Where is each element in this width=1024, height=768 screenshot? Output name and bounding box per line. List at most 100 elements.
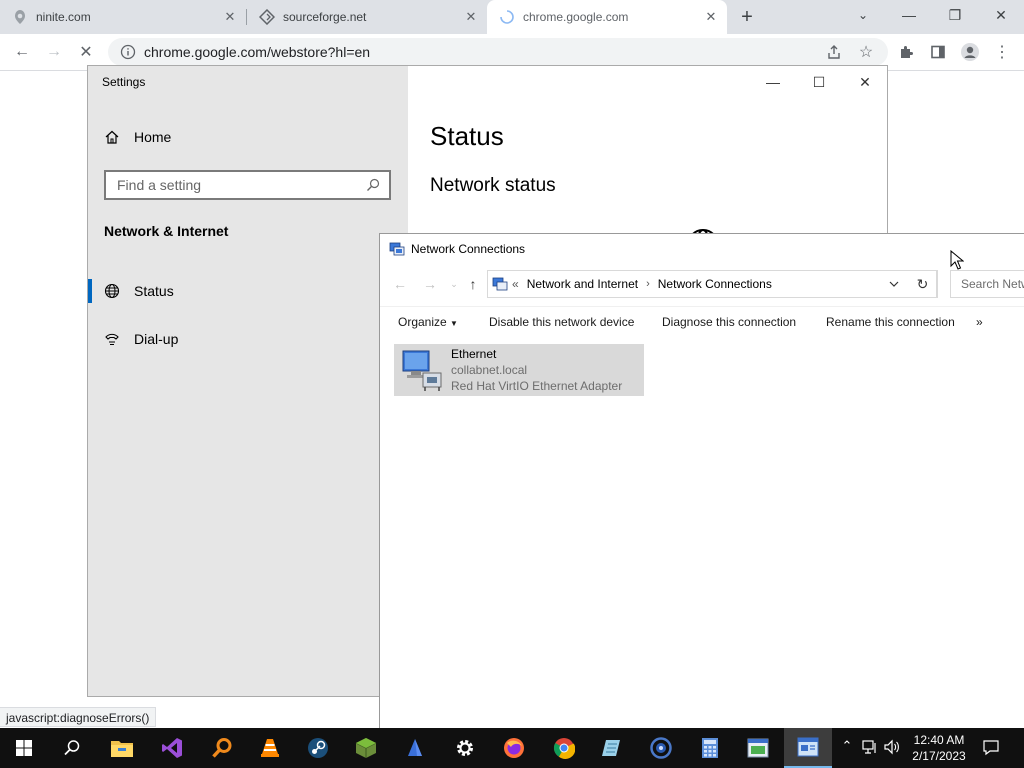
- sourceforge-icon: [259, 9, 275, 25]
- back-arrow-icon[interactable]: ←: [392, 276, 408, 292]
- mouse-cursor-icon: [950, 249, 965, 270]
- minecraft-icon[interactable]: [342, 728, 390, 768]
- restore-button[interactable]: ❐: [932, 0, 978, 30]
- settings-close-button[interactable]: ✕: [842, 70, 888, 94]
- kebab-menu-icon[interactable]: ⋮: [992, 42, 1012, 62]
- calculator-icon[interactable]: [686, 728, 734, 768]
- organize-button[interactable]: Organize ▼: [398, 315, 458, 329]
- search-icon[interactable]: [48, 728, 96, 768]
- network-connections-icon: [389, 241, 405, 257]
- chrome-icon[interactable]: [540, 728, 588, 768]
- show-hidden-icons-chevron-icon[interactable]: ⌃: [838, 738, 856, 756]
- action-center-notification-icon[interactable]: [982, 738, 1000, 756]
- loading-spinner-icon: [499, 9, 515, 25]
- more-commands-button[interactable]: »: [976, 315, 983, 329]
- search-input[interactable]: [959, 271, 1024, 297]
- address-bar[interactable]: chrome.google.com/webstore?hl=en: [108, 38, 888, 66]
- network-connections-icon: [492, 276, 508, 292]
- page-subtitle: Network status: [430, 175, 556, 196]
- find-setting-search-box[interactable]: [104, 170, 391, 200]
- command-bar: Organize ▼ Disable this network device D…: [380, 306, 1024, 337]
- new-tab-button[interactable]: +: [737, 7, 757, 27]
- network-connections-taskbar-icon[interactable]: [784, 728, 832, 768]
- visual-studio-icon[interactable]: [148, 728, 196, 768]
- forward-icon[interactable]: →: [44, 42, 64, 62]
- address-dropdown-chevron-icon[interactable]: [888, 278, 900, 290]
- breadcrumb-separator-icon[interactable]: ›: [646, 278, 650, 290]
- diagnose-connection-button[interactable]: Diagnose this connection: [662, 315, 796, 329]
- nav-item-dial-up[interactable]: Dial-up: [88, 319, 408, 359]
- window-title: Settings: [102, 75, 146, 89]
- home-nav-item[interactable]: Home: [104, 129, 171, 145]
- app-circular-icon[interactable]: [637, 728, 685, 768]
- start-button-windows-icon[interactable]: [0, 728, 48, 768]
- home-icon: [104, 129, 120, 145]
- recent-locations-chevron-icon[interactable]: ⌄: [446, 276, 462, 292]
- vlc-icon[interactable]: [246, 728, 294, 768]
- steam-icon[interactable]: [294, 728, 342, 768]
- notepad-app-icon[interactable]: [588, 728, 636, 768]
- firefox-icon[interactable]: [490, 728, 538, 768]
- rename-connection-button[interactable]: Rename this connection: [826, 315, 955, 329]
- tab-search-chevron-icon[interactable]: ⌄: [840, 0, 886, 30]
- info-icon[interactable]: [120, 44, 136, 60]
- tab-sourceforge[interactable]: sourceforge.net ✕: [247, 0, 487, 34]
- clock-time: 12:40 AM: [913, 733, 965, 747]
- network-connections-window: Network Connections ← → ⌄ ↑ « Network an…: [379, 233, 1024, 733]
- globe-icon: [12, 9, 28, 25]
- window-title-bar: Network Connections: [380, 234, 1024, 264]
- app-window-image-icon[interactable]: [734, 728, 782, 768]
- windows-taskbar: ⌃ 12:40 AM 2/17/2023: [0, 728, 1024, 768]
- close-tab-icon[interactable]: ✕: [463, 9, 479, 25]
- volume-speaker-icon[interactable]: [883, 738, 901, 756]
- search-icon[interactable]: [365, 177, 381, 193]
- url-text: chrome.google.com/webstore?hl=en: [144, 44, 371, 60]
- network-tray-icon[interactable]: [861, 738, 879, 756]
- tab-chrome-webstore[interactable]: chrome.google.com ✕: [487, 0, 727, 34]
- close-tab-icon[interactable]: ✕: [703, 9, 719, 25]
- profile-avatar-icon[interactable]: [960, 42, 980, 62]
- tab-title: ninite.com: [36, 10, 91, 24]
- bookmark-star-icon[interactable]: ☆: [856, 42, 876, 62]
- connection-item-ethernet[interactable]: Ethernet collabnet.local Red Hat VirtIO …: [394, 344, 644, 396]
- browser-tab-strip: ninite.com ✕ sourceforge.net ✕ chrome.go…: [0, 0, 1024, 34]
- connection-adapter: Red Hat VirtIO Ethernet Adapter: [451, 379, 623, 393]
- clock-date: 2/17/2023: [912, 749, 966, 763]
- taskbar-clock[interactable]: 12:40 AM 2/17/2023: [904, 732, 974, 764]
- settings-maximize-button[interactable]: ☐: [796, 70, 842, 94]
- ethernet-adapter-icon: [399, 347, 445, 393]
- search-box[interactable]: [950, 270, 1024, 298]
- close-button[interactable]: ✕: [978, 0, 1024, 30]
- settings-gear-icon[interactable]: [441, 728, 489, 768]
- forward-arrow-icon[interactable]: →: [422, 276, 438, 292]
- tab-title: chrome.google.com: [523, 10, 629, 24]
- search-tool-magnifier-icon[interactable]: [198, 728, 246, 768]
- settings-sidebar: Settings Home Network & Internet Status: [88, 66, 408, 696]
- refresh-button[interactable]: ↻: [908, 270, 938, 298]
- back-icon[interactable]: ←: [12, 42, 32, 62]
- stop-loading-icon[interactable]: ✕: [76, 42, 96, 62]
- nav-label: Dial-up: [134, 331, 179, 347]
- extensions-puzzle-icon[interactable]: [896, 42, 916, 62]
- breadcrumb-overflow[interactable]: «: [512, 277, 519, 291]
- side-panel-icon[interactable]: [928, 42, 948, 62]
- app-blue-sail-icon[interactable]: [392, 728, 440, 768]
- address-breadcrumb[interactable]: « Network and Internet › Network Connect…: [487, 270, 937, 298]
- settings-minimize-button[interactable]: —: [750, 70, 796, 94]
- up-arrow-icon[interactable]: ↑: [465, 276, 481, 292]
- minimize-button[interactable]: —: [886, 0, 932, 30]
- dial-up-phone-icon: [104, 331, 120, 347]
- disable-network-device-button[interactable]: Disable this network device: [489, 315, 634, 329]
- home-label: Home: [134, 129, 172, 145]
- breadcrumb-network-connections[interactable]: Network Connections: [658, 277, 772, 291]
- breadcrumb-network-and-internet[interactable]: Network and Internet: [527, 277, 638, 291]
- selection-indicator: [88, 279, 92, 303]
- tab-title: sourceforge.net: [283, 10, 367, 24]
- close-tab-icon[interactable]: ✕: [222, 9, 238, 25]
- share-icon[interactable]: [824, 42, 844, 62]
- section-title: Network & Internet: [104, 223, 229, 239]
- nav-item-status[interactable]: Status: [88, 271, 408, 311]
- find-setting-input[interactable]: [115, 176, 365, 194]
- file-explorer-icon[interactable]: [98, 728, 146, 768]
- tab-ninite[interactable]: ninite.com ✕: [0, 0, 246, 34]
